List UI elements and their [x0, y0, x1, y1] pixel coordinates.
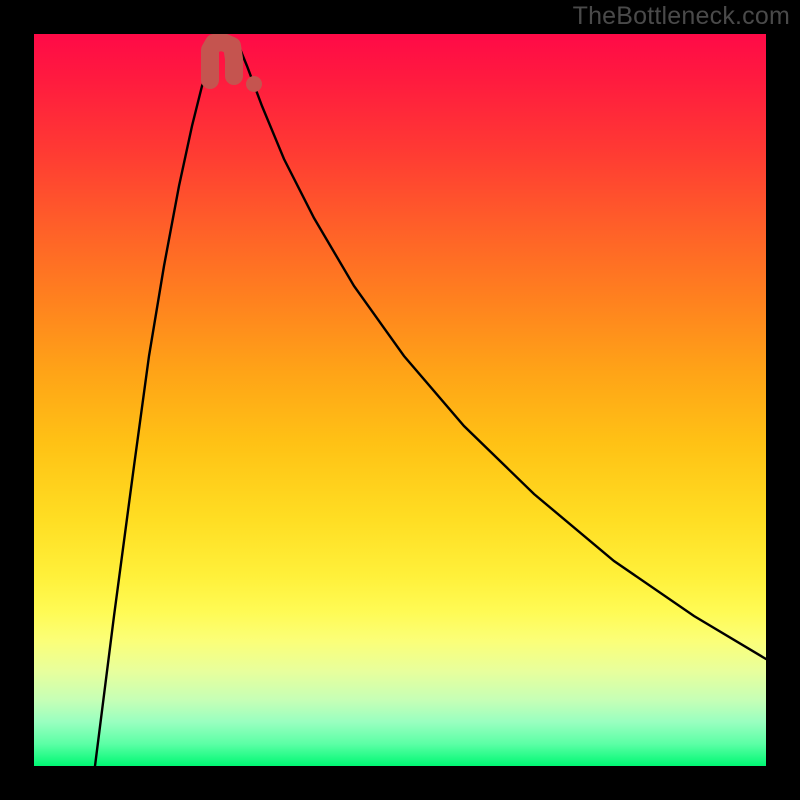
optimum-u-marker: [210, 42, 234, 80]
left-curve: [95, 44, 223, 766]
right-curve: [238, 44, 766, 659]
watermark-text: TheBottleneck.com: [573, 2, 790, 31]
optimum-dot: [246, 76, 262, 92]
chart-frame: TheBottleneck.com: [0, 0, 800, 800]
curves-svg: [34, 34, 766, 766]
plot-area: [34, 34, 766, 766]
